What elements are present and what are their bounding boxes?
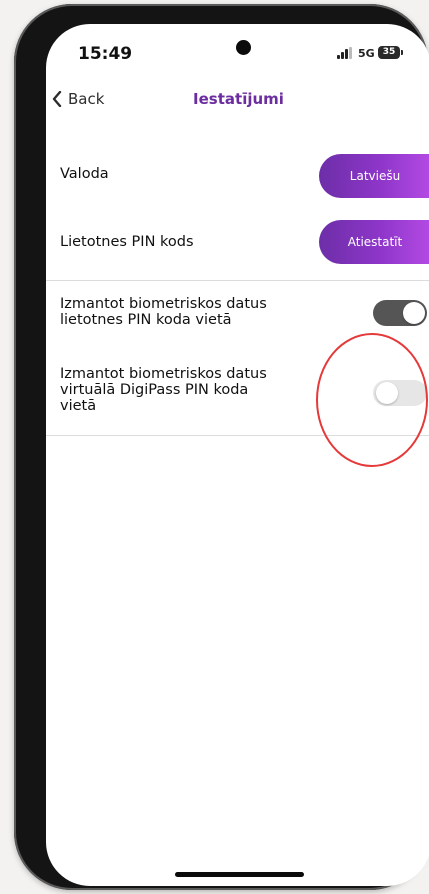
biometric-digipass-label-line3: vietā (60, 398, 97, 414)
home-indicator (175, 872, 304, 877)
biometric-app-pin-toggle[interactable] (373, 300, 427, 326)
biometric-app-pin-label: Izmantot biometriskos datus lietotnes PI… (60, 296, 267, 328)
front-camera (236, 40, 251, 55)
pin-label: Lietotnes PIN kods (60, 234, 194, 250)
navigation-bar: Back Iestatījumi (46, 80, 429, 120)
biometric-digipass-label: Izmantot biometriskos datus virtuālā Dig… (60, 366, 267, 414)
toggle-knob (403, 302, 425, 324)
battery-tip (401, 50, 403, 55)
pin-reset-button[interactable]: Atiestatīt (319, 220, 429, 264)
language-row: Valoda Latviešu (46, 144, 429, 216)
biometric-digipass-label-line1: Izmantot biometriskos datus (60, 366, 267, 382)
status-bar: 15:49 5G 35 (46, 24, 429, 74)
status-time: 15:49 (78, 44, 133, 64)
signal-bars-icon (337, 47, 355, 59)
highlight-annotation-circle (316, 333, 428, 467)
biometric-digipass-label-line2: virtuālā DigiPass PIN koda (60, 382, 249, 398)
battery-icon: 35 (378, 46, 400, 59)
network-type: 5G (358, 47, 375, 60)
page-title: Iestatījumi (193, 90, 284, 108)
biometric-app-pin-label-line2: lietotnes PIN koda vietā (60, 312, 232, 328)
pin-row: Lietotnes PIN kods Atiestatīt (46, 216, 429, 280)
language-button[interactable]: Latviešu (319, 154, 429, 198)
language-label: Valoda (60, 166, 109, 182)
biometric-app-pin-label-line1: Izmantot biometriskos datus (60, 296, 267, 312)
